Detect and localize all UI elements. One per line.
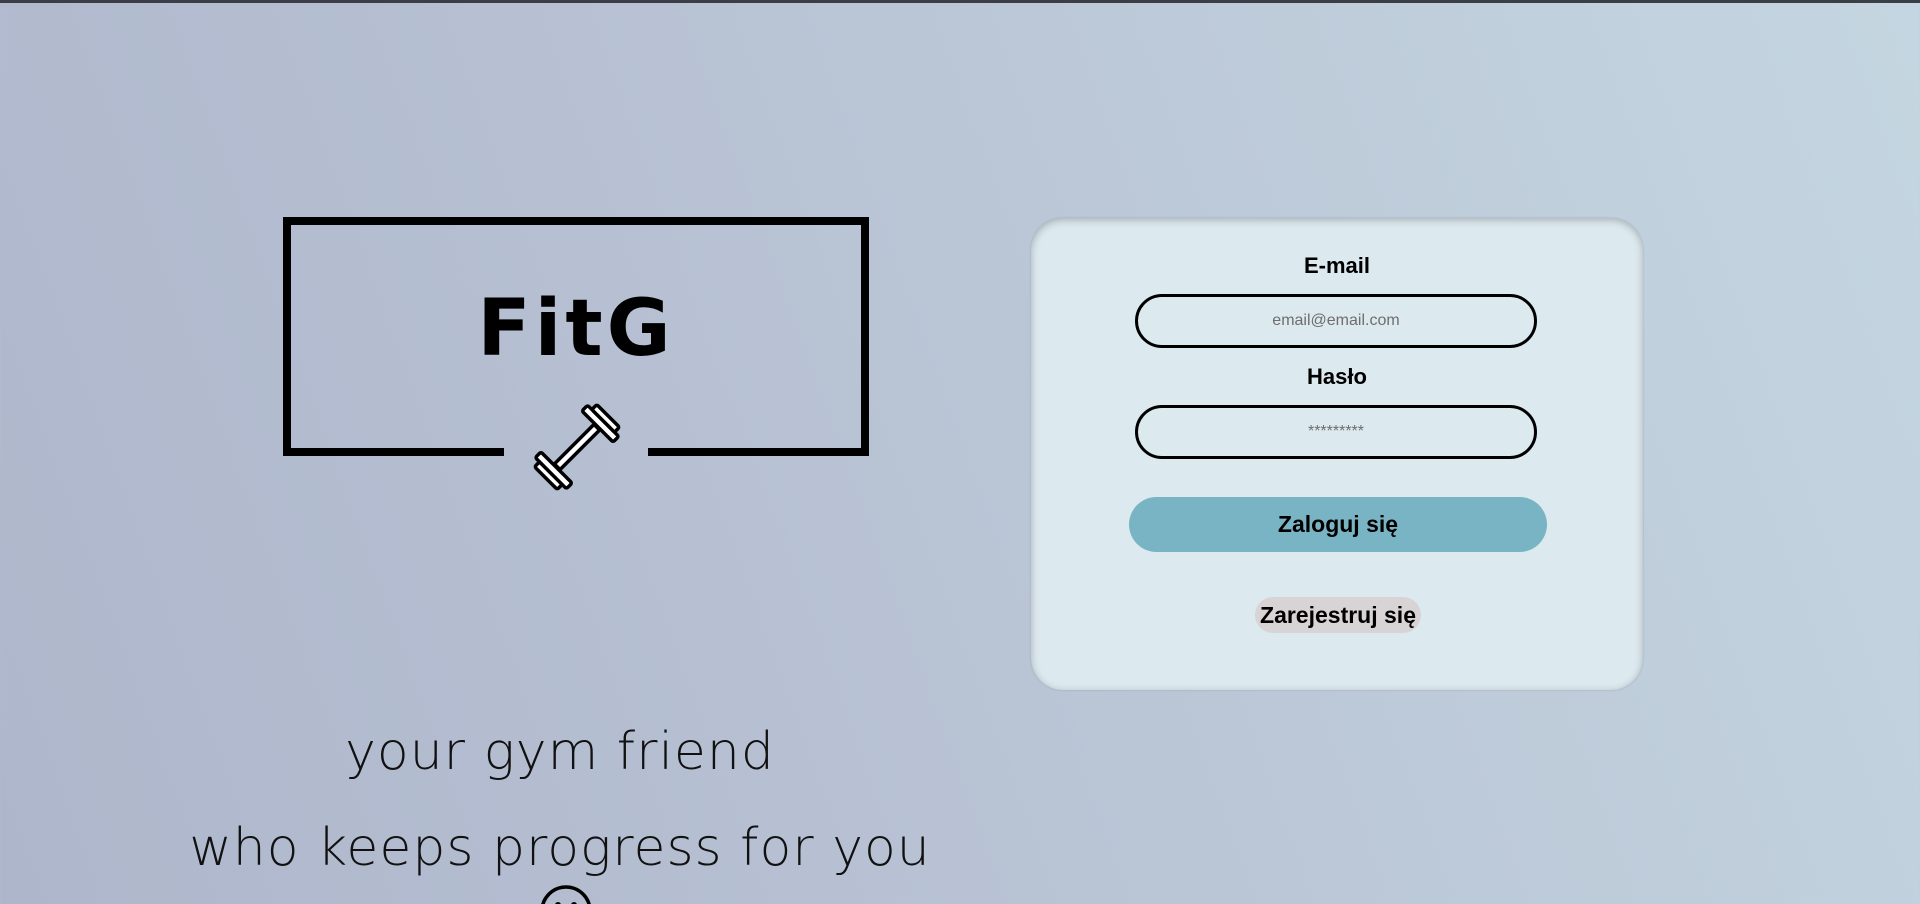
register-button[interactable]: Zarejestruj się — [1255, 597, 1421, 633]
email-label: E-mail — [1303, 253, 1371, 278]
smiley-icon — [539, 884, 593, 904]
email-field[interactable] — [1135, 294, 1537, 348]
login-button[interactable]: Zaloguj się — [1129, 497, 1547, 552]
logo-text: FitG — [477, 284, 675, 374]
tagline-line-2-text: who keeps progress for you — [189, 818, 931, 878]
fitg-logo: FitG — [283, 217, 869, 497]
dumbbell-icon — [527, 397, 627, 497]
password-label: Hasło — [1307, 364, 1367, 389]
tagline-line-2: who keeps progress for you — [160, 816, 960, 904]
browser-top-strip — [0, 0, 1920, 3]
tagline-line-1: your gym friend — [345, 722, 775, 782]
login-card: E-mail Hasło Zaloguj się Zarejestruj się — [1031, 218, 1643, 690]
password-field[interactable] — [1135, 405, 1537, 459]
